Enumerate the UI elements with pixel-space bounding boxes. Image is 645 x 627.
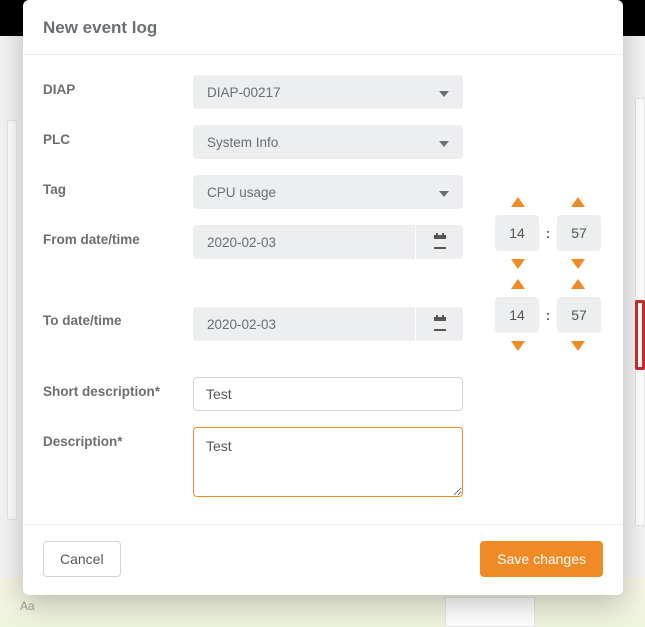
time-colon: : <box>539 225 557 241</box>
bg-map-label: Aa <box>20 599 35 613</box>
to-hour-down-button[interactable] <box>509 339 527 353</box>
label-to: To date/time <box>43 277 193 328</box>
to-min-value[interactable]: 57 <box>557 297 601 333</box>
calendar-icon <box>432 315 448 334</box>
modal-footer: Cancel Save changes <box>23 525 623 595</box>
from-hour-value[interactable]: 14 <box>495 215 539 251</box>
from-date-picker-button[interactable] <box>415 225 463 259</box>
modal-body: DIAP DIAP-00217 PLC System Info Tag <box>23 55 623 524</box>
to-hour-up-button[interactable] <box>509 277 527 291</box>
cancel-button[interactable]: Cancel <box>43 541 121 577</box>
to-date-picker-button[interactable] <box>415 307 463 341</box>
label-description: Description* <box>43 427 193 449</box>
from-min-up-button[interactable] <box>569 195 587 209</box>
label-short-description: Short description* <box>43 377 193 399</box>
from-hour-down-button[interactable] <box>509 257 527 271</box>
field-row-diap: DIAP DIAP-00217 <box>43 75 603 109</box>
description-textarea[interactable] <box>193 427 463 497</box>
short-description-input[interactable] <box>193 377 463 411</box>
field-row-description: Description* <box>43 427 603 500</box>
modal-title: New event log <box>23 0 623 54</box>
label-from: From date/time <box>43 225 193 247</box>
diap-select[interactable]: DIAP-00217 <box>193 75 463 109</box>
caret-down-icon <box>439 185 449 200</box>
caret-down-icon <box>439 85 449 100</box>
label-tag: Tag <box>43 175 193 197</box>
new-event-log-modal: New event log DIAP DIAP-00217 PLC System… <box>23 0 623 595</box>
from-min-value[interactable]: 57 <box>557 215 601 251</box>
field-row-from: From date/time 14 : 57 <box>43 225 603 271</box>
field-row-to: To date/time 14 : 57 <box>43 277 603 353</box>
plc-select-value: System Info <box>207 135 278 150</box>
to-min-up-button[interactable] <box>569 277 587 291</box>
field-row-plc: PLC System Info <box>43 125 603 159</box>
tag-select-value: CPU usage <box>207 185 276 200</box>
plc-select[interactable]: System Info <box>193 125 463 159</box>
calendar-icon <box>432 233 448 252</box>
from-min-down-button[interactable] <box>569 257 587 271</box>
from-date-input[interactable] <box>193 225 415 259</box>
diap-select-value: DIAP-00217 <box>207 85 281 100</box>
tag-select[interactable]: CPU usage <box>193 175 463 209</box>
bg-alert-panel <box>635 300 645 370</box>
bg-panel <box>7 120 17 520</box>
from-hour-up-button[interactable] <box>509 195 527 209</box>
bg-tab <box>445 597 535 627</box>
to-hour-value[interactable]: 14 <box>495 297 539 333</box>
to-min-down-button[interactable] <box>569 339 587 353</box>
save-button[interactable]: Save changes <box>480 541 603 577</box>
label-diap: DIAP <box>43 75 193 97</box>
to-date-input[interactable] <box>193 307 415 341</box>
caret-down-icon <box>439 135 449 150</box>
time-colon: : <box>539 307 557 323</box>
to-time-picker: 14 : 57 <box>495 277 601 353</box>
from-time-picker: 14 : 57 <box>495 195 601 271</box>
field-row-short-description: Short description* <box>43 377 603 411</box>
label-plc: PLC <box>43 125 193 147</box>
